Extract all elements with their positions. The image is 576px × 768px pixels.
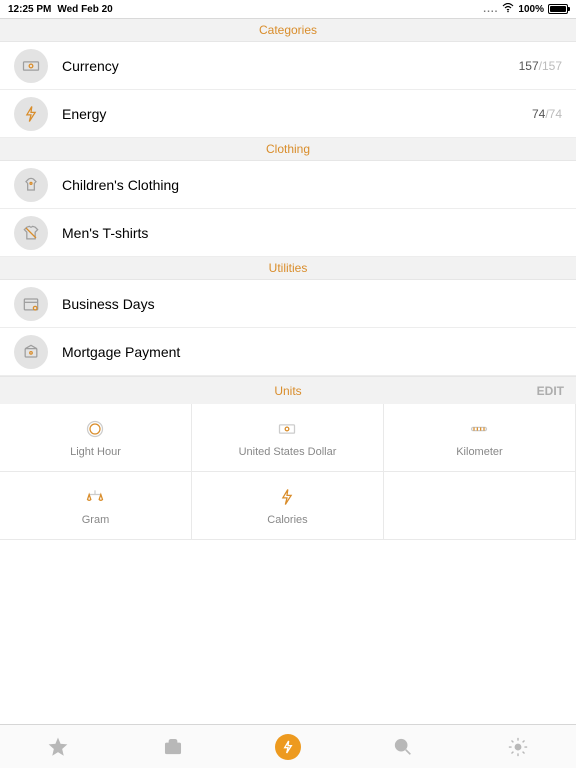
status-bar: 12:25 PM Wed Feb 20 .... 100% — [0, 0, 576, 18]
row-business-days[interactable]: Business Days — [0, 280, 576, 328]
unit-calories[interactable]: Calories — [192, 472, 384, 540]
unit-kilometer[interactable]: Kilometer — [384, 404, 576, 472]
unit-empty — [384, 472, 576, 540]
gram-icon — [85, 486, 105, 508]
unit-label: Calories — [267, 514, 307, 526]
unit-label: United States Dollar — [239, 446, 337, 458]
calories-icon — [277, 486, 297, 508]
unit-label: Gram — [82, 514, 110, 526]
wifi-icon — [502, 3, 514, 16]
tab-favorites[interactable] — [38, 727, 78, 767]
unit-light-hour[interactable]: Light Hour — [0, 404, 192, 472]
status-time: 12:25 PM — [8, 4, 51, 15]
convert-icon — [275, 734, 301, 760]
unit-usd[interactable]: United States Dollar — [192, 404, 384, 472]
tab-search[interactable] — [383, 727, 423, 767]
mens-tshirt-icon — [14, 216, 48, 250]
light-hour-icon — [85, 418, 105, 440]
row-label: Mortgage Payment — [62, 344, 562, 360]
currency-icon — [14, 49, 48, 83]
row-mortgage-payment[interactable]: Mortgage Payment — [0, 328, 576, 376]
units-title: Units — [274, 384, 301, 398]
tab-categories[interactable] — [153, 727, 193, 767]
row-label: Men's T-shirts — [62, 225, 562, 241]
row-currency[interactable]: Currency 157/157 — [0, 42, 576, 90]
row-children-clothing[interactable]: Children's Clothing — [0, 161, 576, 209]
status-date: Wed Feb 20 — [57, 4, 112, 15]
section-header-utilities: Utilities — [0, 257, 576, 280]
status-dots: .... — [483, 4, 498, 15]
dollar-icon — [277, 418, 297, 440]
unit-label: Kilometer — [456, 446, 502, 458]
tab-convert[interactable] — [268, 727, 308, 767]
unit-label: Light Hour — [70, 446, 121, 458]
children-clothing-icon — [14, 168, 48, 202]
row-label: Currency — [62, 58, 519, 74]
row-label: Children's Clothing — [62, 177, 562, 193]
kilometer-icon — [469, 418, 489, 440]
tab-settings[interactable] — [498, 727, 538, 767]
section-header-clothing: Clothing — [0, 138, 576, 161]
unit-gram[interactable]: Gram — [0, 472, 192, 540]
row-count: 157/157 — [519, 59, 562, 73]
units-header: Units EDIT — [0, 376, 576, 404]
tab-bar — [0, 724, 576, 768]
row-mens-tshirts[interactable]: Men's T-shirts — [0, 209, 576, 257]
units-grid: Light Hour United States Dollar Kilomete… — [0, 404, 576, 540]
status-battery-pct: 100% — [518, 4, 544, 15]
row-count: 74/74 — [532, 107, 562, 121]
energy-icon — [14, 97, 48, 131]
row-label: Energy — [62, 106, 532, 122]
business-days-icon — [14, 287, 48, 321]
battery-icon — [548, 4, 568, 14]
mortgage-icon — [14, 335, 48, 369]
units-edit-button[interactable]: EDIT — [537, 384, 564, 398]
row-energy[interactable]: Energy 74/74 — [0, 90, 576, 138]
row-label: Business Days — [62, 296, 562, 312]
section-header-categories: Categories — [0, 19, 576, 42]
